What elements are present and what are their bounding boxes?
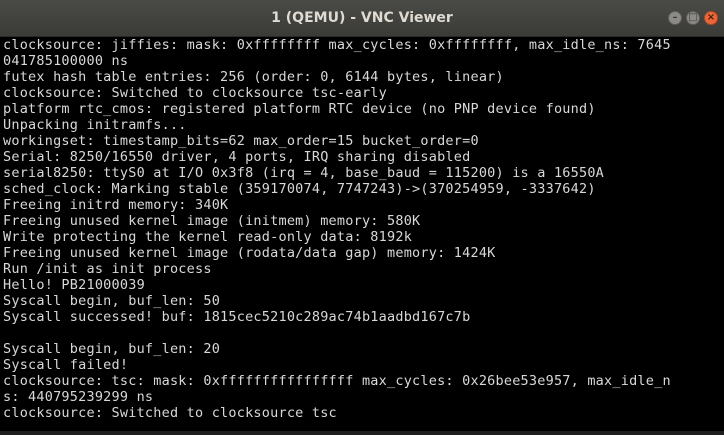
console-line: Syscall successed! buf: 1815cec5210c289a… xyxy=(3,309,471,325)
console-line: sched_clock: Marking stable (359170074, … xyxy=(3,181,596,197)
console-line: futex hash table entries: 256 (order: 0,… xyxy=(3,69,504,85)
console-line: Syscall failed! xyxy=(3,357,129,373)
console-line: workingset: timestamp_bits=62 max_order=… xyxy=(3,133,479,149)
console-line: Unpacking initramfs... xyxy=(3,117,187,133)
console-line: Syscall begin, buf_len: 20 xyxy=(3,341,221,357)
console-line: Write protecting the kernel read-only da… xyxy=(3,229,413,245)
maximize-button[interactable]: □ xyxy=(686,11,700,25)
console-line: Serial: 8250/16550 driver, 4 ports, IRQ … xyxy=(3,149,471,165)
close-button[interactable]: × xyxy=(704,11,718,25)
window-controls: – □ × xyxy=(668,11,718,25)
console-line: Hello! PB21000039 xyxy=(3,277,145,293)
console-line: s: 440795239299 ns xyxy=(3,389,154,405)
console-line: Freeing unused kernel image (rodata/data… xyxy=(3,245,496,261)
title-bar[interactable]: 1 (QEMU) - VNC Viewer – □ × xyxy=(0,0,724,37)
console-cursor: _ xyxy=(3,421,724,427)
console-line: platform rtc_cmos: registered platform R… xyxy=(3,101,596,117)
console-line: Freeing unused kernel image (initmem) me… xyxy=(3,213,421,229)
console-line: 041785100000 ns xyxy=(3,53,129,69)
console-line: Run /init as init process xyxy=(3,261,212,277)
minimize-button[interactable]: – xyxy=(668,11,682,25)
console-line: clocksource: Switched to clocksource tsc… xyxy=(3,85,387,101)
vnc-viewer-window: 1 (QEMU) - VNC Viewer – □ × clocksource:… xyxy=(0,0,724,435)
console-line: clocksource: jiffies: mask: 0xffffffff m… xyxy=(3,37,671,53)
console-line: Syscall begin, buf_len: 50 xyxy=(3,293,221,309)
console-line: serial8250: ttyS0 at I/O 0x3f8 (irq = 4,… xyxy=(3,165,605,181)
console-line: clocksource: tsc: mask: 0xffffffffffffff… xyxy=(3,373,671,389)
window-bottom-border xyxy=(0,431,724,435)
console-line: clocksource: Switched to clocksource tsc xyxy=(3,405,337,421)
window-title: 1 (QEMU) - VNC Viewer xyxy=(271,10,453,26)
console-line: Freeing initrd memory: 340K xyxy=(3,197,229,213)
vnc-console-screen[interactable]: clocksource: jiffies: mask: 0xffffffff m… xyxy=(3,37,724,427)
